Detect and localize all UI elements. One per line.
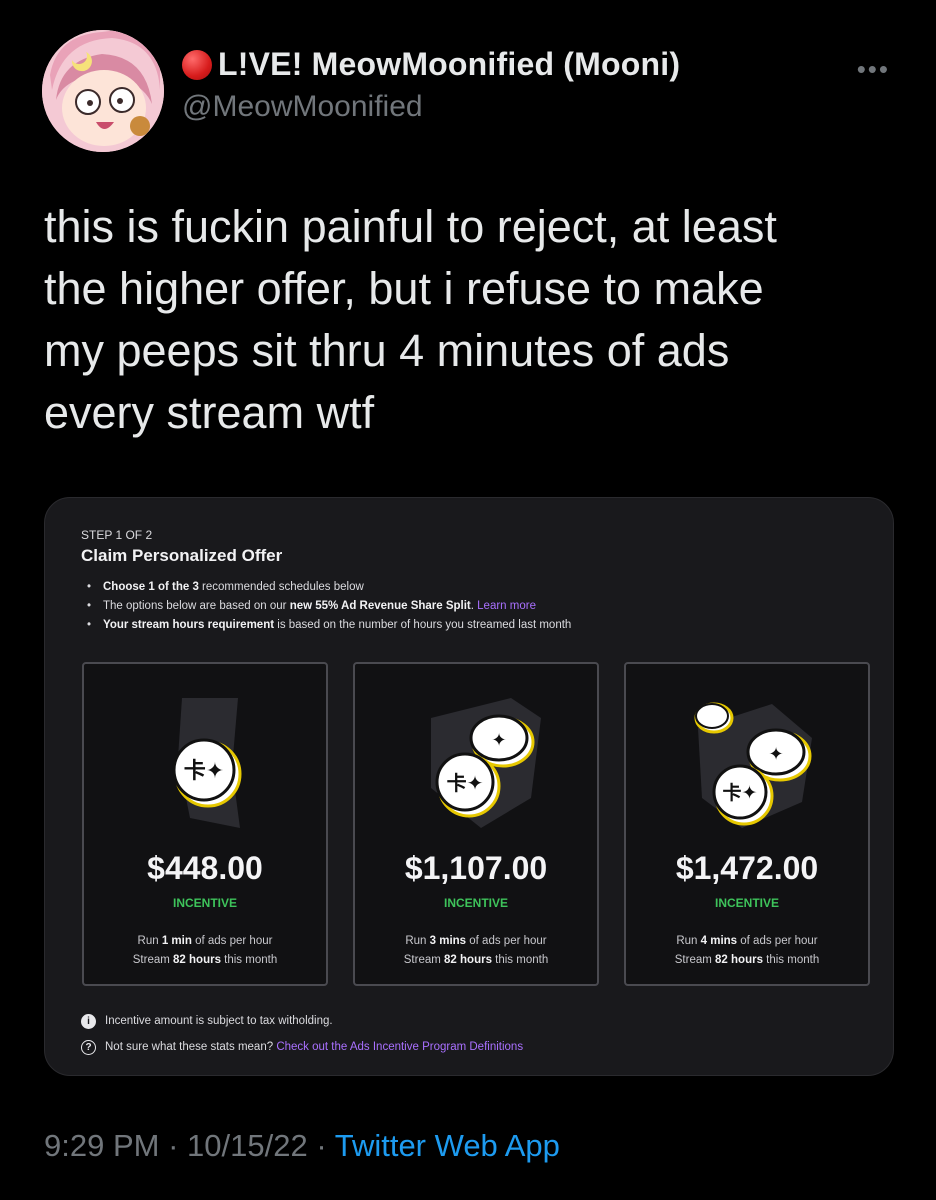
attached-image-offer-card[interactable]: STEP 1 OF 2 Claim Personalized Offer Cho… — [44, 497, 894, 1076]
coin-stack-icon: ✦ 卡✦ — [694, 702, 812, 828]
learn-more-link[interactable]: Learn more — [477, 600, 536, 612]
coin-stack-icon: 卡✦ — [172, 698, 242, 828]
tweet-source[interactable]: Twitter Web App — [335, 1128, 560, 1163]
offer-price: $448.00 — [147, 850, 263, 886]
svg-text:✦: ✦ — [491, 730, 506, 751]
tweet-meta: 9:29 PM · 10/15/22 · Twitter Web App — [44, 1128, 560, 1163]
offer-bullets: Choose 1 of the 3 recommended schedules … — [85, 578, 571, 635]
tweet-text: this is fuckin painful to reject, at lea… — [44, 201, 777, 438]
offer-price: $1,472.00 — [675, 850, 819, 886]
info-icon: i — [81, 1013, 96, 1029]
bullet-2: The options below are based on our new 5… — [85, 597, 571, 616]
avatar[interactable] — [42, 30, 164, 152]
tax-note: i Incentive amount is subject to tax wit… — [81, 1008, 523, 1034]
author-name-row[interactable]: L!VE! MeowMoonified (Mooni) — [182, 46, 680, 83]
incentive-label: INCENTIVE — [172, 896, 237, 910]
incentive-label: INCENTIVE — [714, 896, 779, 910]
bullet-3: Your stream hours requirement is based o… — [85, 616, 571, 635]
svg-text:卡✦: 卡✦ — [723, 781, 758, 804]
bullet-1: Choose 1 of the 3 recommended schedules … — [85, 578, 571, 597]
help-note: ? Not sure what these stats mean? Check … — [81, 1034, 523, 1060]
help-icon: ? — [81, 1039, 96, 1055]
offer-option-3[interactable]: ✦ 卡✦ $1,472.00 INCENTIVE Run 4 mins of a… — [624, 662, 870, 986]
svg-text:✦: ✦ — [768, 744, 783, 765]
definitions-link[interactable]: Check out the Ads Incentive Program Defi… — [276, 1041, 523, 1053]
svg-text:卡✦: 卡✦ — [447, 771, 484, 795]
offer-notes: i Incentive amount is subject to tax wit… — [81, 1008, 523, 1060]
step-indicator: STEP 1 OF 2 — [81, 528, 153, 542]
more-horizontal-icon[interactable]: ••• — [857, 54, 890, 85]
coin-stack-icon: ✦ 卡✦ — [431, 698, 541, 828]
offer-title: Claim Personalized Offer — [81, 546, 283, 565]
offer-price: $1,107.00 — [404, 850, 548, 886]
tweet-date[interactable]: 10/15/22 — [187, 1128, 308, 1163]
offer-option-2[interactable]: ✦ 卡✦ $1,107.00 INCENTIVE Run 3 mins of a… — [353, 662, 599, 986]
svg-text:卡✦: 卡✦ — [184, 759, 224, 784]
offer-description: Run 1 min of ads per hour Stream 82 hour… — [132, 935, 278, 966]
display-name[interactable]: L!VE! MeowMoonified (Mooni) — [218, 46, 680, 83]
tweet-time[interactable]: 9:29 PM — [44, 1128, 159, 1163]
offer-option-1[interactable]: 卡✦ $448.00 INCENTIVE Run 1 min of ads pe… — [82, 662, 328, 986]
offer-description: Run 3 mins of ads per hour Stream 82 hou… — [403, 935, 549, 966]
user-handle[interactable]: @MeowMoonified — [182, 90, 423, 124]
offer-description: Run 4 mins of ads per hour Stream 82 hou… — [674, 935, 820, 966]
incentive-label: INCENTIVE — [443, 896, 508, 910]
red-circle-icon — [182, 49, 212, 80]
